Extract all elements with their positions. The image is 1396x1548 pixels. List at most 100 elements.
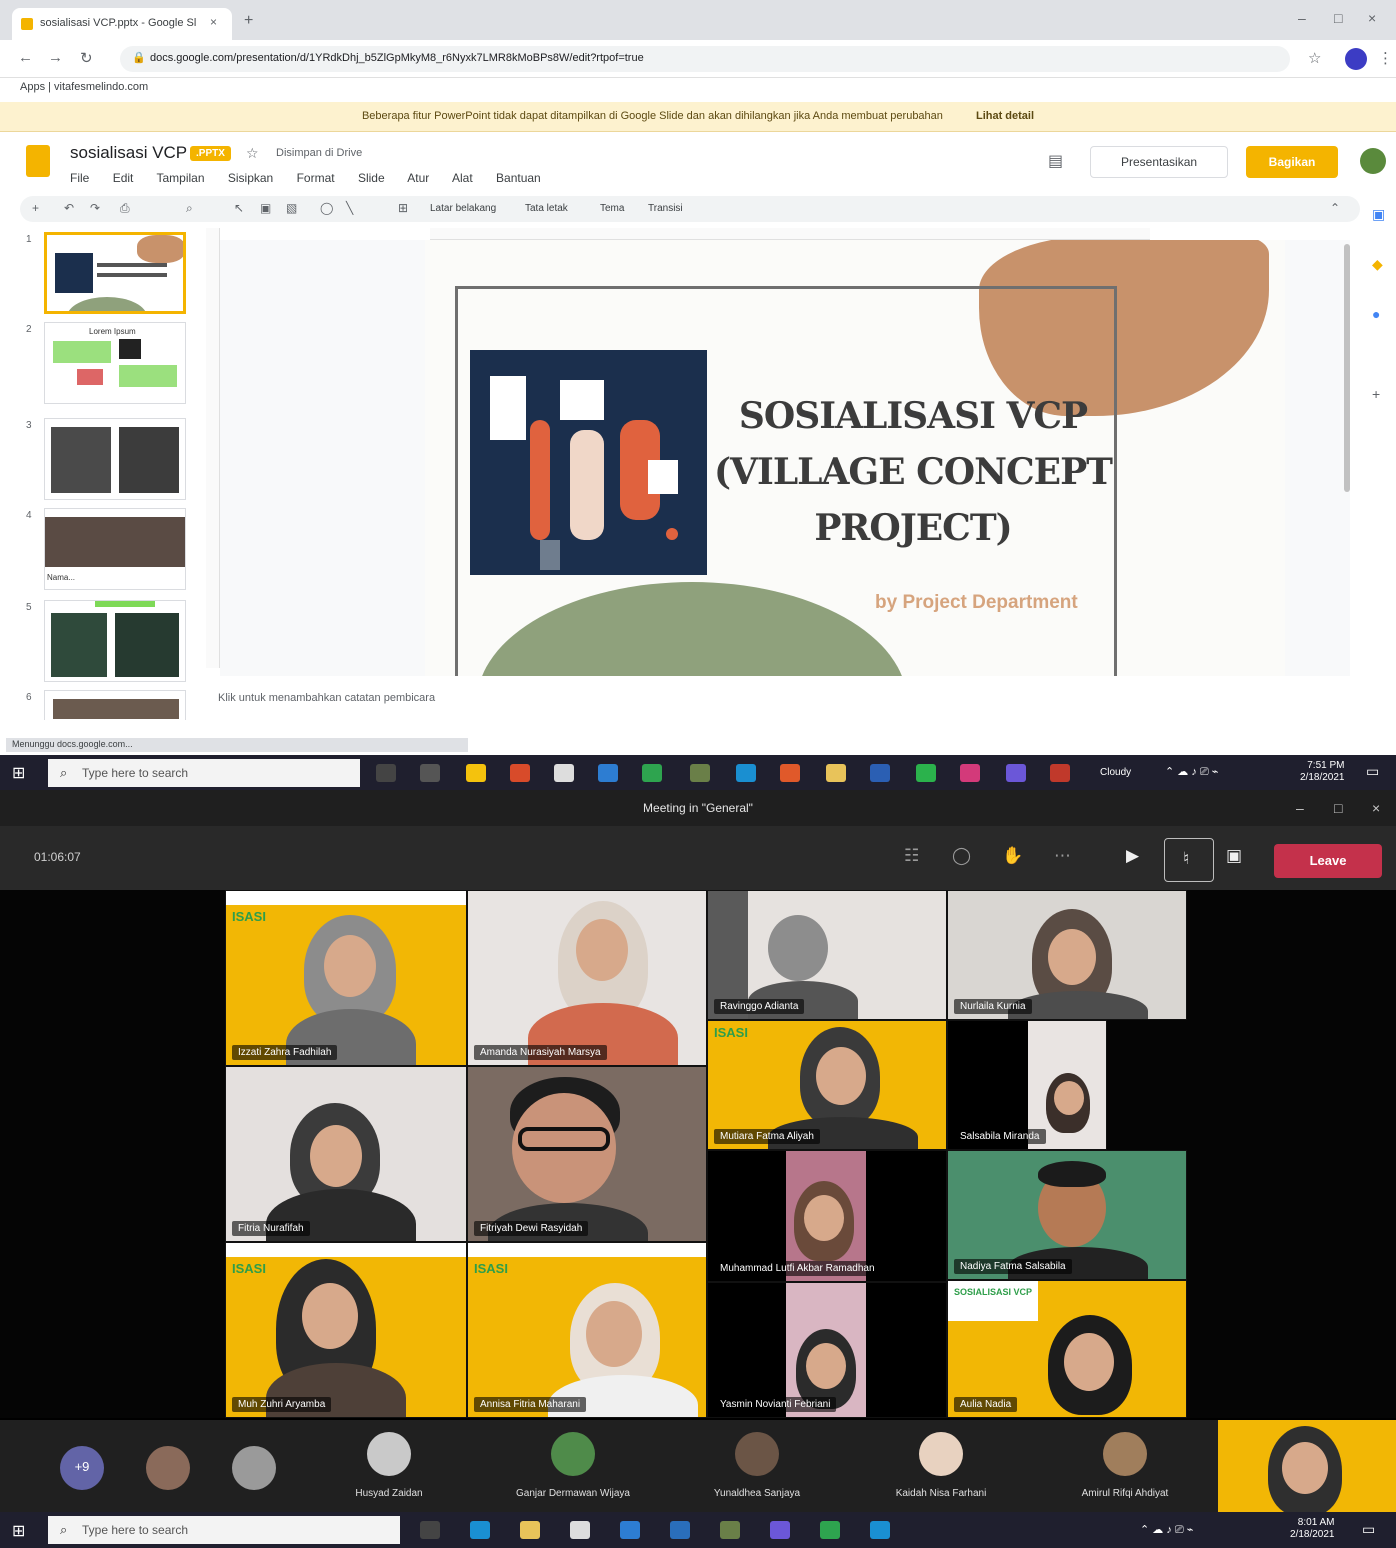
participant-item[interactable]: Yunaldhea Sanjaya xyxy=(672,1432,842,1499)
teams-icon[interactable] xyxy=(770,1521,790,1539)
video-tile[interactable]: Fitriyah Dewi Rasyidah xyxy=(467,1066,707,1242)
app-icon[interactable] xyxy=(420,764,440,782)
profile-avatar[interactable] xyxy=(1345,48,1367,70)
participant-item[interactable]: Amirul Rifqi Ahdiyat xyxy=(1040,1432,1210,1499)
firefox-icon[interactable] xyxy=(510,764,530,782)
video-tile[interactable]: Salsabila Miranda xyxy=(947,1020,1107,1150)
video-tile[interactable]: Ravinggo Adianta xyxy=(707,890,947,1020)
windows-start-icon[interactable]: ⊞ xyxy=(12,1521,25,1541)
file-explorer-icon[interactable] xyxy=(520,1521,540,1539)
tray-icons[interactable]: ⌃ ☁ ♪ ⎚ ⌁ xyxy=(1140,1524,1193,1536)
google-slides-logo-icon[interactable] xyxy=(26,145,50,177)
slide-subtitle[interactable]: by Project Department xyxy=(875,592,1078,614)
reactions-icon[interactable]: ✋ xyxy=(1002,846,1023,866)
camera-icon[interactable]: ▶ xyxy=(1126,846,1139,866)
url-input[interactable]: 🔒 docs.google.com/presentation/d/1YRdkDh… xyxy=(120,46,1290,72)
task-view-icon[interactable] xyxy=(376,764,396,782)
participants-icon[interactable]: ☷ xyxy=(904,846,919,866)
chrome-icon[interactable] xyxy=(720,1521,740,1539)
tab-google-slides[interactable]: sosialisasi VCP.pptx - Google Sl xyxy=(12,8,232,40)
new-slide-icon[interactable]: + xyxy=(32,201,39,215)
video-tile[interactable]: Nadiya Fatma Salsabila xyxy=(947,1150,1187,1280)
self-view-tile[interactable] xyxy=(1218,1420,1396,1512)
video-tile[interactable]: Fitria Nurafifah xyxy=(225,1066,467,1242)
slide-thumbnail-6[interactable] xyxy=(44,690,186,720)
comment-history-icon[interactable]: ▤ xyxy=(1048,151,1063,171)
more-participants-button[interactable]: +9 xyxy=(60,1446,104,1490)
close-window-icon[interactable]: × xyxy=(1368,10,1376,26)
video-tile[interactable]: Yasmin Novianti Febriani xyxy=(707,1282,947,1418)
user-avatar[interactable] xyxy=(1360,148,1386,174)
spotify-icon[interactable] xyxy=(820,1521,840,1539)
menu-edit[interactable]: Edit xyxy=(113,171,134,185)
chrome-icon[interactable] xyxy=(690,764,710,782)
canvas-scrollbar[interactable] xyxy=(1344,244,1350,492)
video-tile[interactable]: ISASI Mutiara Fatma Aliyah xyxy=(707,1020,947,1150)
toolbar-layout[interactable]: Tata letak xyxy=(525,203,568,214)
menu-arrange[interactable]: Atur xyxy=(407,171,429,185)
mail-icon[interactable] xyxy=(620,1521,640,1539)
add-ons-icon[interactable]: + xyxy=(1372,386,1380,402)
edge-icon[interactable] xyxy=(736,764,756,782)
shape-icon[interactable]: ◯ xyxy=(320,201,333,215)
calendar-icon[interactable]: ▣ xyxy=(1372,206,1385,223)
tab-close-icon[interactable]: × xyxy=(210,15,217,29)
slide-thumbnail-4[interactable]: Nama... xyxy=(44,508,186,590)
video-tile[interactable]: SOSIALISASI VCP Aulia Nadia xyxy=(947,1280,1187,1418)
tray-clock[interactable]: 8:01 AM 2/18/2021 xyxy=(1290,1517,1335,1541)
menu-view[interactable]: Tampilan xyxy=(157,171,205,185)
app-icon[interactable] xyxy=(960,764,980,782)
excel-icon[interactable] xyxy=(916,764,936,782)
app-icon[interactable] xyxy=(780,764,800,782)
banner-details-link[interactable]: Lihat detail xyxy=(976,110,1034,122)
textbox-icon[interactable]: ▣ xyxy=(260,201,271,215)
redo-icon[interactable]: ↷ xyxy=(90,201,100,215)
toolbar-transition[interactable]: Transisi xyxy=(648,203,683,214)
reload-icon[interactable]: ↻ xyxy=(80,49,93,67)
taskbar-search-input[interactable]: ⌕ Type here to search xyxy=(48,759,360,787)
app-icon[interactable] xyxy=(870,1521,890,1539)
windows-start-icon[interactable]: ⊞ xyxy=(12,763,25,783)
video-tile[interactable]: ISASI Annisa Fitria Maharani xyxy=(467,1242,707,1418)
chat-icon[interactable]: ◯ xyxy=(952,846,971,866)
image-icon[interactable]: ▧ xyxy=(286,201,297,215)
video-tile[interactable]: Amanda Nurasiyah Marsya xyxy=(467,890,707,1066)
current-slide[interactable]: SOSIALISASI VCP (VILLAGE CONCEPT PROJECT… xyxy=(425,240,1285,676)
more-actions-icon[interactable]: ⋯ xyxy=(1054,846,1071,866)
store-icon[interactable] xyxy=(554,764,574,782)
document-title[interactable]: sosialisasi VCP xyxy=(70,143,187,163)
video-tile[interactable]: Nurlaila Kurnia xyxy=(947,890,1187,1020)
collapse-toolbar-icon[interactable]: ⌃ xyxy=(1330,201,1340,215)
video-tile[interactable]: ISASI Muh Zuhri Aryamba xyxy=(225,1242,467,1418)
menu-insert[interactable]: Sisipkan xyxy=(228,171,273,185)
back-icon[interactable]: ← xyxy=(18,49,33,66)
maximize-icon[interactable]: □ xyxy=(1334,800,1342,816)
participant-item[interactable]: Husyad Zaidan xyxy=(304,1432,474,1499)
menu-file[interactable]: File xyxy=(70,171,89,185)
tray-icons[interactable]: ⌃ ☁ ♪ ⎚ ⌁ xyxy=(1165,766,1218,778)
tray-clock[interactable]: 7:51 PM 2/18/2021 xyxy=(1300,760,1345,784)
notification-icon[interactable]: ▭ xyxy=(1366,763,1379,780)
line-icon[interactable]: ╲ xyxy=(346,201,353,215)
video-tile[interactable]: Muhammad Lutfi Akbar Ramadhan xyxy=(707,1150,947,1282)
keep-icon[interactable]: ◆ xyxy=(1372,256,1383,273)
teams-icon[interactable] xyxy=(1006,764,1026,782)
comment-add-icon[interactable]: ⊞ xyxy=(398,201,408,215)
star-icon[interactable]: ☆ xyxy=(246,145,259,162)
bookmark-item[interactable]: Apps | vitafesmelindo.com xyxy=(20,81,148,93)
word-icon[interactable] xyxy=(870,764,890,782)
store-icon[interactable] xyxy=(570,1521,590,1539)
app-icon[interactable] xyxy=(1050,764,1070,782)
toolbar-theme[interactable]: Tema xyxy=(600,203,624,214)
task-view-icon[interactable] xyxy=(420,1521,440,1539)
avatar[interactable] xyxy=(232,1446,276,1490)
toolbar-background[interactable]: Latar belakang xyxy=(430,203,496,214)
present-button[interactable]: Presentasikan xyxy=(1090,146,1228,178)
menu-help[interactable]: Bantuan xyxy=(496,171,541,185)
mail-icon[interactable] xyxy=(598,764,618,782)
participant-item[interactable]: Ganjar Dermawan Wijaya xyxy=(488,1432,658,1499)
minimize-icon[interactable]: – xyxy=(1296,800,1304,816)
forward-icon[interactable]: → xyxy=(48,49,63,66)
print-icon[interactable]: ⎙ xyxy=(120,201,130,216)
undo-icon[interactable]: ↶ xyxy=(64,201,74,215)
